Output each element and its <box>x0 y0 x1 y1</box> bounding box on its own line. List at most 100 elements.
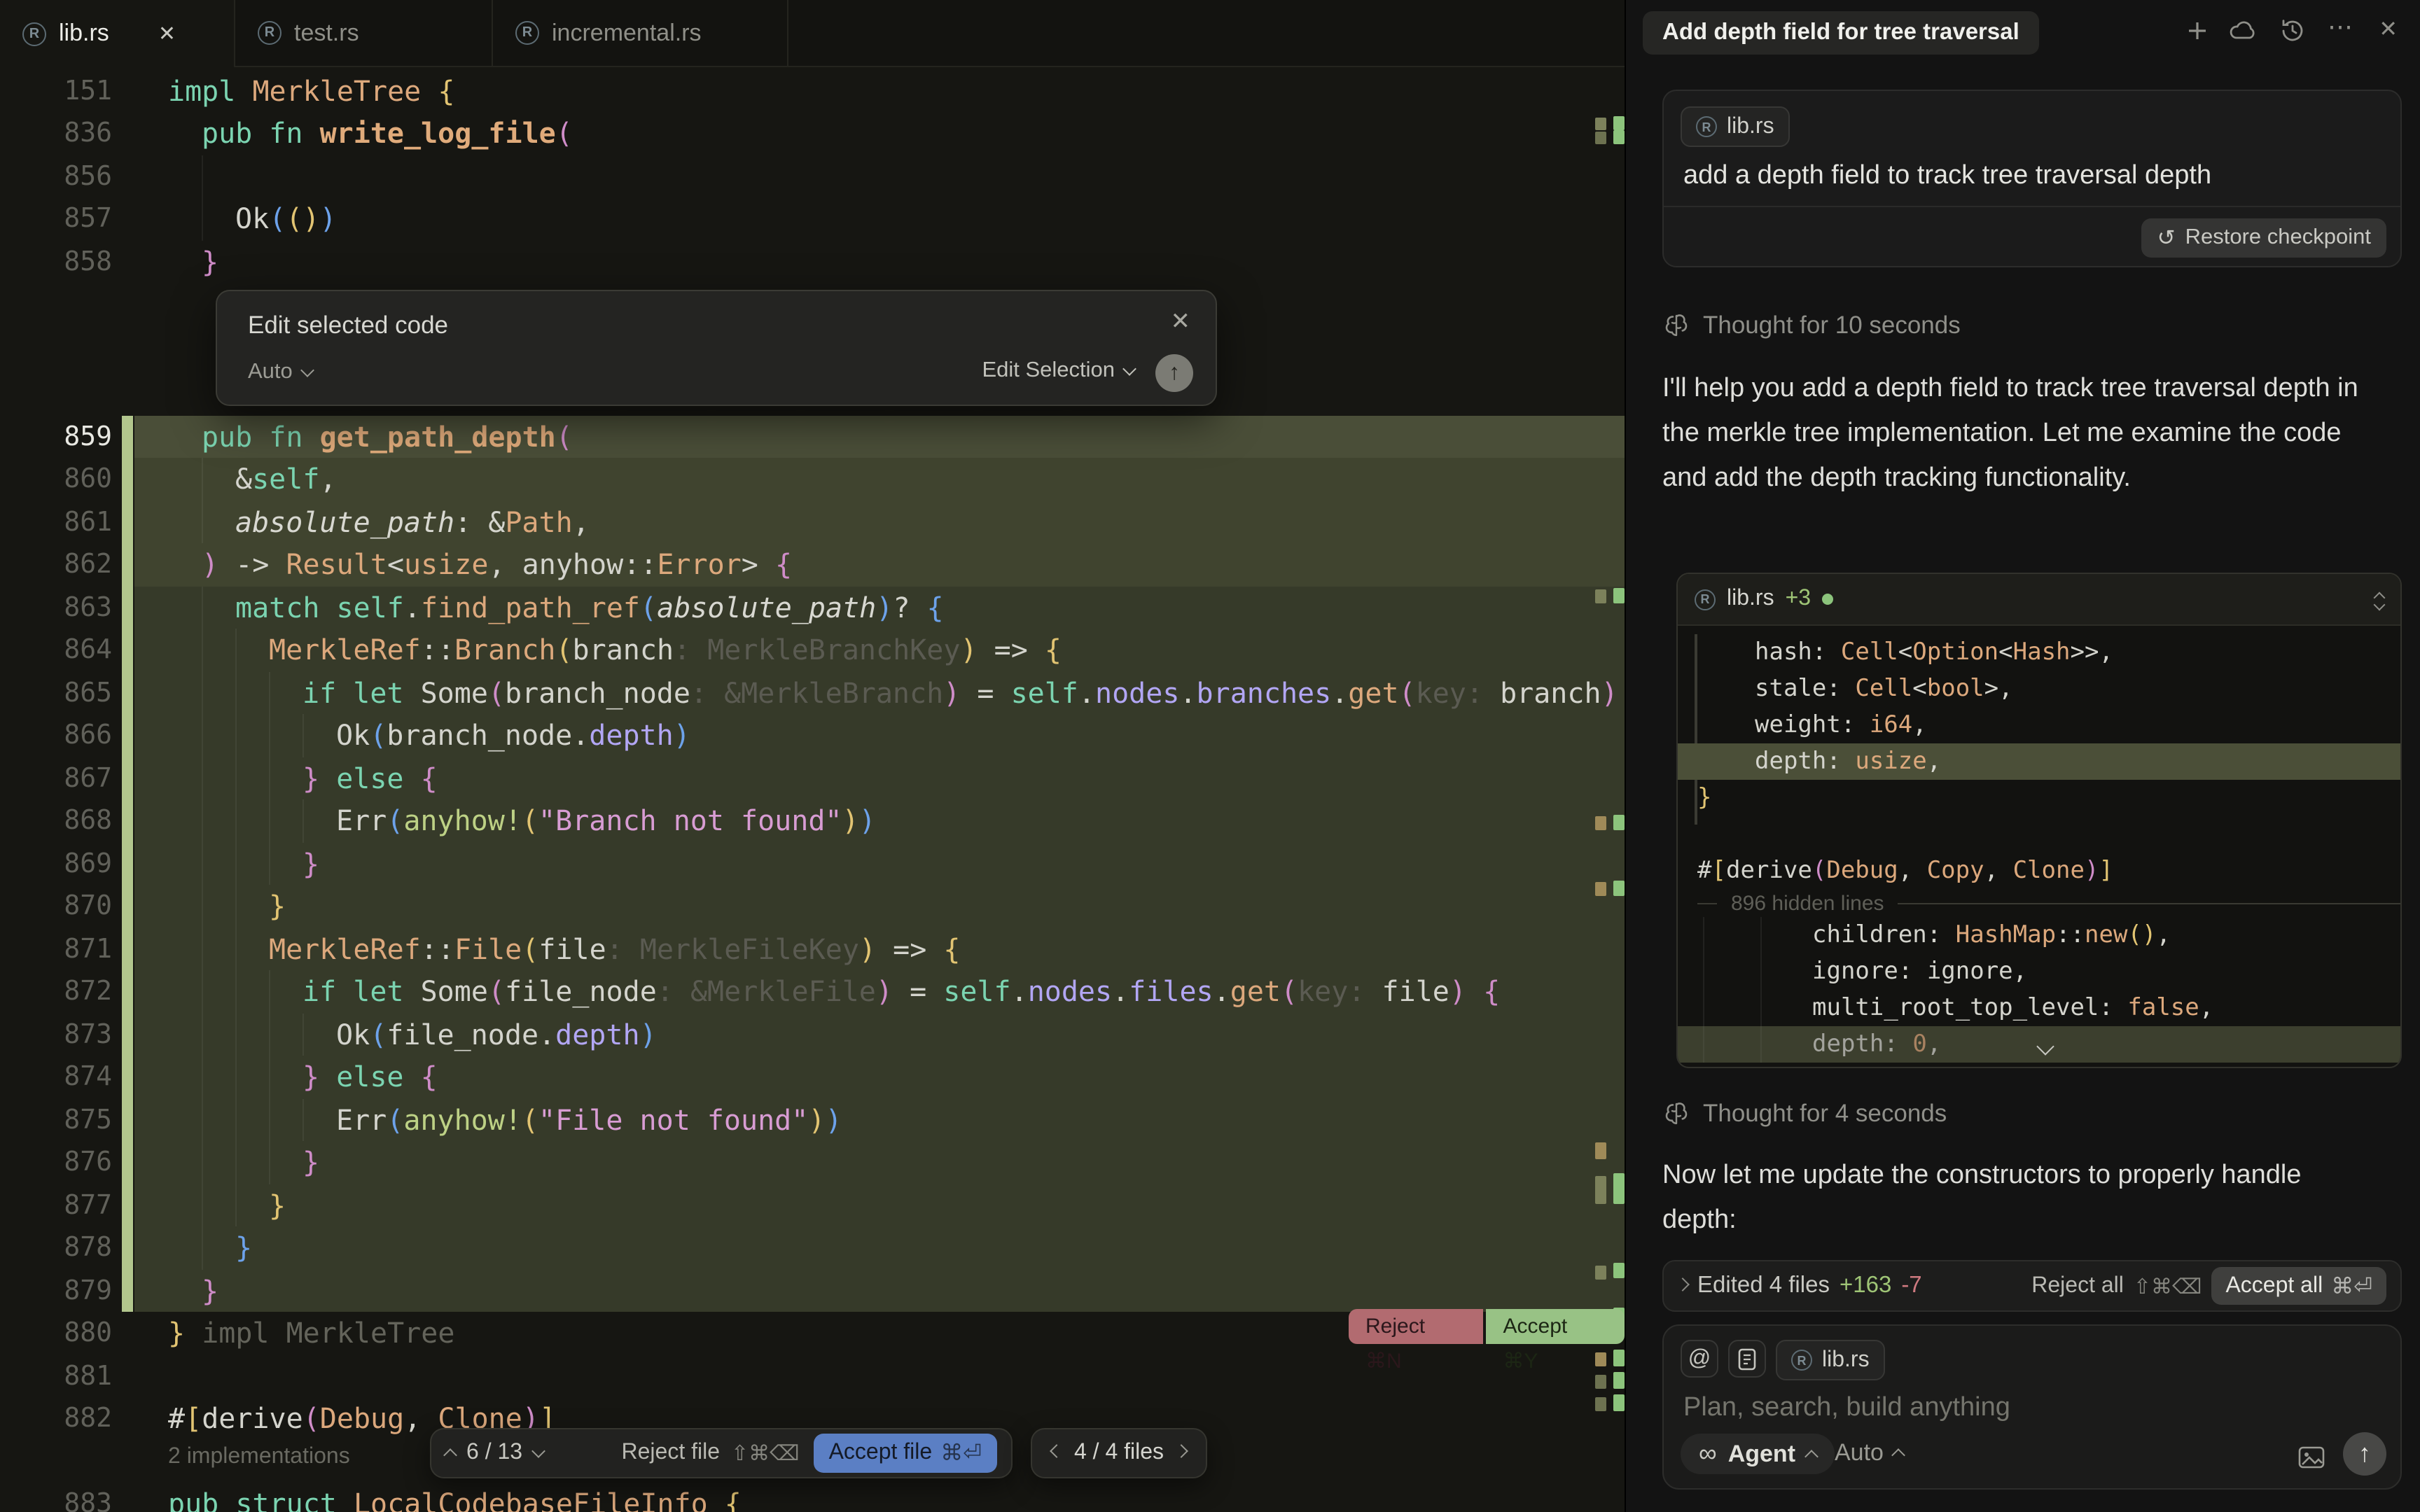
code-line[interactable]: 859pub fn get_path_depth( <box>0 416 1625 458</box>
prev-hunk-icon[interactable] <box>443 1448 457 1462</box>
image-attach-icon[interactable] <box>2298 1446 2325 1469</box>
code-line[interactable]: 861absolute_path: &Path, <box>0 501 1625 544</box>
diff-code-line: multi_root_top_level: false, <box>1678 990 2400 1026</box>
code-line[interactable]: 864MerkleRef::Branch(branch: MerkleBranc… <box>0 629 1625 672</box>
code-line[interactable]: 860&self, <box>0 458 1625 501</box>
thought-duration-row[interactable]: Thought for 10 seconds <box>1662 311 1961 340</box>
reject-all-button[interactable]: Reject all <box>2031 1273 2124 1298</box>
expand-collapse-icon[interactable] <box>2375 589 2384 609</box>
thought-duration-row[interactable]: Thought for 4 seconds <box>1662 1099 1947 1128</box>
thread-title-tab[interactable]: Add depth field for tree traversal <box>1643 11 2039 55</box>
tab-lib-rs[interactable]: R lib.rs ✕ <box>0 0 235 67</box>
close-tab-icon[interactable]: ✕ <box>158 21 176 46</box>
undo-icon: ↺ <box>2157 225 2176 251</box>
scroll-down-icon[interactable] <box>2039 1035 2052 1060</box>
close-panel-icon[interactable]: ✕ <box>2379 15 2398 43</box>
model-dropdown[interactable]: Auto <box>248 360 312 385</box>
code-line[interactable]: 877} <box>0 1184 1625 1227</box>
code-line[interactable]: 872if let Some(file_node: &MerkleFile) =… <box>0 971 1625 1014</box>
submit-edit-button[interactable]: ↑ <box>1155 354 1193 392</box>
code-line[interactable]: 873Ok(file_node.depth) <box>0 1014 1625 1056</box>
code-line[interactable]: 871MerkleRef::File(file: MerkleFileKey) … <box>0 928 1625 971</box>
code-line[interactable]: 865if let Some(branch_node: &MerkleBranc… <box>0 672 1625 715</box>
chevron-down-icon <box>1122 362 1136 376</box>
restore-checkpoint-button[interactable]: ↺ Restore checkpoint <box>2142 218 2386 258</box>
code-line[interactable]: 876} <box>0 1142 1625 1184</box>
edit-selection-dropdown[interactable]: Edit Selection <box>982 358 1134 384</box>
context-file-chip[interactable]: R lib.rs <box>1681 106 1790 147</box>
unsaved-dot <box>1822 594 1833 605</box>
diff-indicator <box>1613 1372 1625 1389</box>
edits-summary[interactable]: Edited 4 files <box>1697 1273 1830 1299</box>
mention-button[interactable]: @ <box>1681 1340 1718 1378</box>
chevron-up-icon <box>1891 1448 1905 1462</box>
code-line[interactable]: 866Ok(branch_node.depth) <box>0 715 1625 757</box>
hunk-counter: 6 / 13 <box>466 1441 522 1466</box>
diff-code-lines: hash: Cell<Option<Hash>>,stale: Cell<boo… <box>1678 626 2400 1063</box>
next-file-icon[interactable] <box>1174 1444 1188 1458</box>
send-button[interactable]: ↑ <box>2343 1432 2386 1476</box>
cloud-icon[interactable] <box>2230 18 2258 43</box>
added-lines-count: +3 <box>1786 587 1811 612</box>
code-line[interactable]: 862) -> Result<usize, anyhow::Error> { <box>0 544 1625 587</box>
accept-all-button[interactable]: Accept all ⌘⏎ <box>2211 1267 2386 1305</box>
diff-code-line: } <box>1678 780 2400 816</box>
code-line[interactable]: 878} <box>0 1227 1625 1270</box>
hidden-lines-separator[interactable]: 896 hidden lines <box>1678 889 2400 917</box>
code-line[interactable]: 875Err(anyhow!("File not found")) <box>0 1099 1625 1142</box>
history-icon[interactable] <box>2280 18 2305 43</box>
diff-code-line: ignore: ignore, <box>1678 953 2400 990</box>
reject-hunk-button[interactable]: Reject ⌘N <box>1349 1309 1484 1344</box>
edited-file-header[interactable]: R lib.rs +3 <box>1678 574 2400 626</box>
next-hunk-icon[interactable] <box>531 1444 545 1458</box>
diff-indicator <box>1595 816 1606 830</box>
diff-indicator <box>1595 1142 1606 1159</box>
diff-indicator <box>1595 1266 1606 1280</box>
accept-file-button[interactable]: Accept file ⌘⏎ <box>814 1434 997 1473</box>
diff-code-line <box>1678 816 2400 853</box>
code-line[interactable]: 867} else { <box>0 757 1625 800</box>
code-line[interactable]: 870} <box>0 886 1625 928</box>
accept-hunk-button[interactable]: Accept ⌘Y <box>1487 1309 1625 1344</box>
diff-indicator <box>1595 1397 1606 1411</box>
lines-added: +163 <box>1840 1273 1891 1299</box>
new-thread-icon[interactable] <box>2185 18 2210 43</box>
more-options-icon[interactable]: ⋯ <box>2328 13 2353 42</box>
code-line[interactable]: 856 <box>0 155 1625 198</box>
context-file-chip[interactable]: R lib.rs <box>1776 1340 1885 1380</box>
tab-test-rs[interactable]: R test.rs <box>235 0 493 66</box>
expand-edits-icon[interactable] <box>1676 1277 1690 1291</box>
prev-file-icon[interactable] <box>1050 1444 1064 1458</box>
attach-file-icon[interactable] <box>1728 1340 1766 1378</box>
code-line[interactable]: 858} <box>0 241 1625 284</box>
code-line[interactable]: 836pub fn write_log_file( <box>0 113 1625 155</box>
code-line[interactable]: 883pub struct LocalCodebaseFileInfo { <box>0 1483 1625 1512</box>
diff-indicator <box>1613 116 1625 130</box>
dialog-close-icon[interactable]: ✕ <box>1171 308 1191 336</box>
rust-file-icon: R <box>22 22 46 46</box>
code-line[interactable]: 874} else { <box>0 1056 1625 1099</box>
mode-selector[interactable]: ∞ Agent <box>1681 1434 1835 1474</box>
reject-all-shortcut: ⇧⌘⌫ <box>2134 1273 2202 1298</box>
reject-file-button[interactable]: Reject file <box>622 1441 721 1466</box>
tab-incremental-rs[interactable]: R incremental.rs <box>493 0 788 66</box>
diff-indicator <box>1613 130 1625 144</box>
chat-input[interactable]: @ R lib.rs Plan, search, build anything … <box>1662 1324 2402 1490</box>
diff-indicator <box>1613 1173 1625 1204</box>
brain-icon <box>1662 1100 1690 1128</box>
code-line[interactable]: 868Err(anyhow!("Branch not found")) <box>0 800 1625 843</box>
code-line[interactable]: 869} <box>0 843 1625 886</box>
code-line[interactable]: 863match self.find_path_ref(absolute_pat… <box>0 587 1625 629</box>
diff-indicator <box>1595 1176 1606 1204</box>
code-line[interactable]: 151impl MerkleTree { <box>0 70 1625 113</box>
app-window: R lib.rs ✕ R test.rs R incremental.rs 15… <box>0 0 2420 1512</box>
edit-selected-code-dialog: Edit selected code ✕ Auto Edit Selection… <box>216 290 1217 406</box>
code-line[interactable]: 857Ok(()) <box>0 198 1625 241</box>
tab-label: incremental.rs <box>552 19 702 47</box>
diff-code-line: children: HashMap::new(), <box>1678 917 2400 953</box>
model-selector[interactable]: Auto <box>1835 1439 1903 1467</box>
brain-icon <box>1662 312 1690 340</box>
code-line[interactable]: 879} <box>0 1270 1625 1312</box>
implementations-code-lens[interactable]: 2 implementations <box>168 1445 350 1470</box>
assistant-paragraph: Now let me update the constructors to pr… <box>1662 1154 2368 1243</box>
